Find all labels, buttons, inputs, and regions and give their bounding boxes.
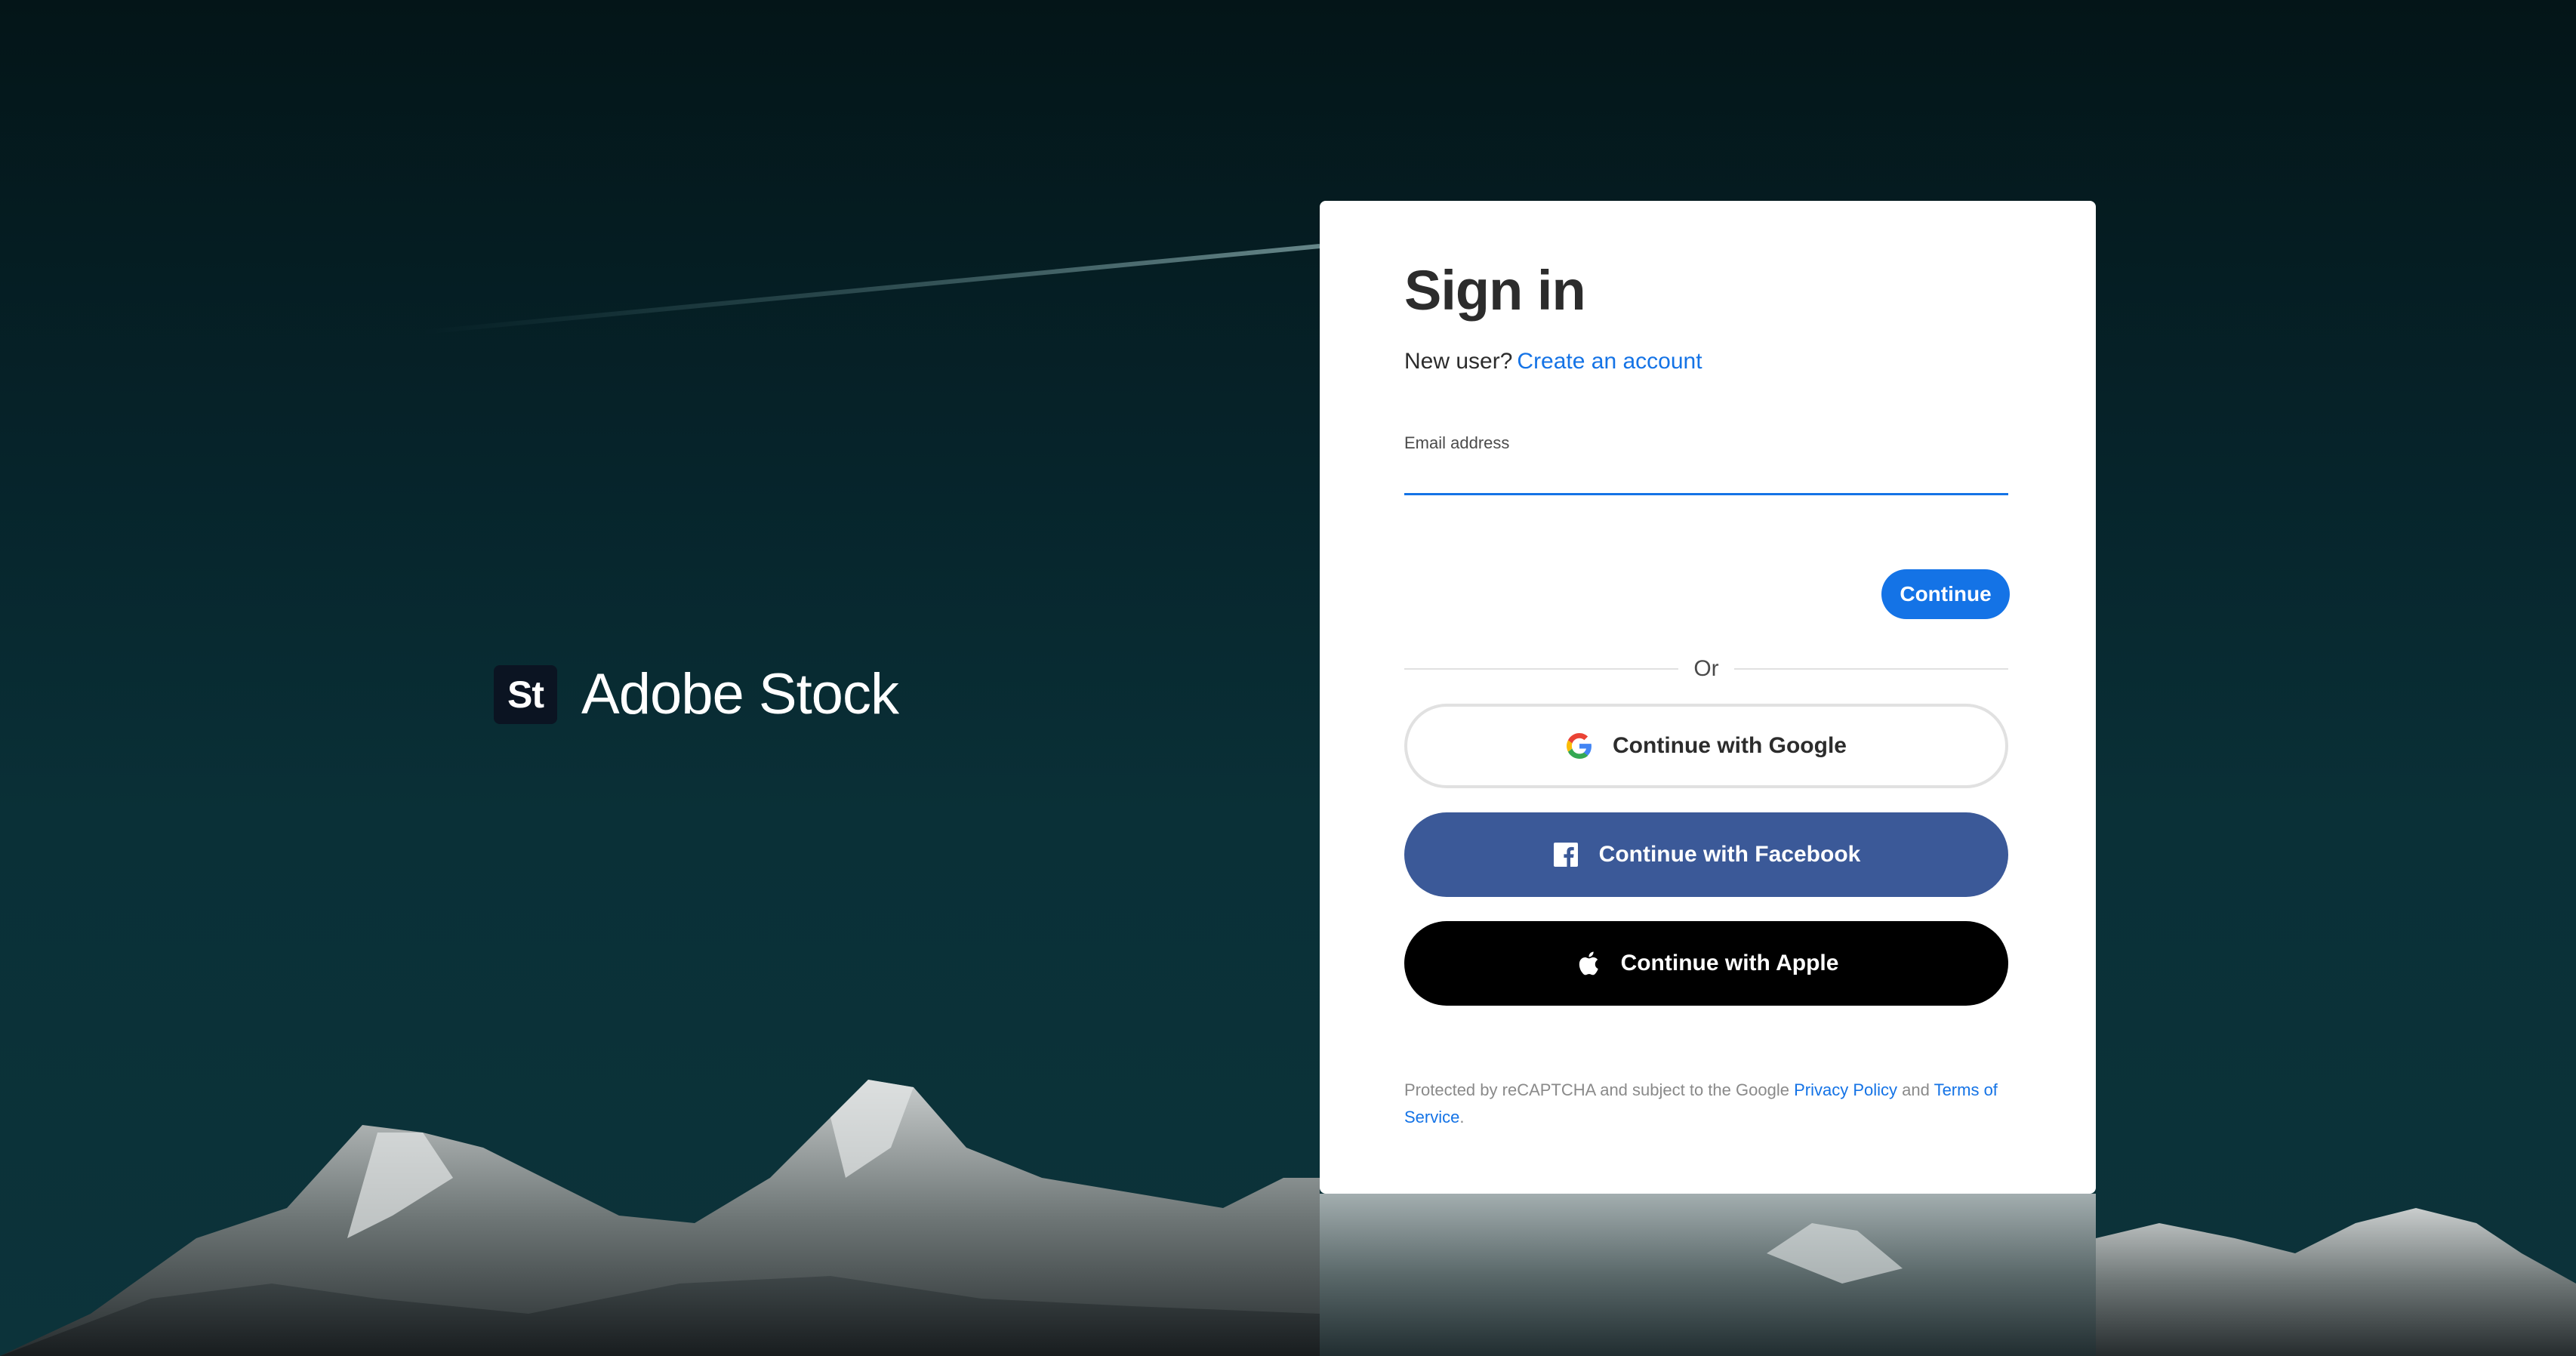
mountain-right — [2096, 1208, 2576, 1356]
continue-with-google-button[interactable]: Continue with Google — [1404, 704, 2008, 788]
email-label: Email address — [1404, 433, 1510, 452]
continue-with-facebook-button[interactable]: Continue with Facebook — [1404, 812, 2008, 897]
apple-button-label: Continue with Apple — [1620, 951, 1839, 975]
recaptcha-notice: Protected by reCAPTCHA and subject to th… — [1404, 1077, 2008, 1131]
contrail — [422, 244, 1320, 334]
apple-icon — [1574, 950, 1601, 977]
signin-card: Sign in New user? Create an account Email… — [1320, 201, 2096, 1194]
continue-button[interactable]: Continue — [1881, 569, 2010, 619]
facebook-icon — [1552, 841, 1579, 868]
google-button-label: Continue with Google — [1613, 733, 1847, 758]
new-user-text: New user? — [1404, 349, 1513, 374]
new-user-row: New user? Create an account — [1404, 350, 1702, 373]
privacy-policy-link[interactable]: Privacy Policy — [1794, 1080, 1897, 1099]
brand-name: Adobe Stock — [581, 662, 899, 726]
or-text: Or — [1693, 656, 1719, 681]
divider-line — [1404, 668, 1679, 670]
email-field[interactable] — [1404, 458, 2008, 495]
divider-line — [1733, 668, 2009, 670]
legal-prefix: Protected by reCAPTCHA and subject to th… — [1404, 1080, 1789, 1099]
facebook-button-label: Continue with Facebook — [1598, 842, 1861, 867]
background-image — [0, 0, 2576, 1356]
continue-with-apple-button[interactable]: Continue with Apple — [1404, 921, 2008, 1006]
legal-and: and — [1902, 1080, 1930, 1099]
create-account-link[interactable]: Create an account — [1517, 349, 1702, 374]
google-icon — [1566, 732, 1593, 760]
or-divider: Or — [1404, 654, 2009, 684]
brand: St Adobe Stock — [494, 661, 899, 727]
mountain-landscape — [0, 244, 2576, 1356]
page-title: Sign in — [1404, 259, 1586, 322]
legal-suffix: . — [1459, 1108, 1465, 1126]
adobe-stock-logo: St — [494, 664, 557, 724]
